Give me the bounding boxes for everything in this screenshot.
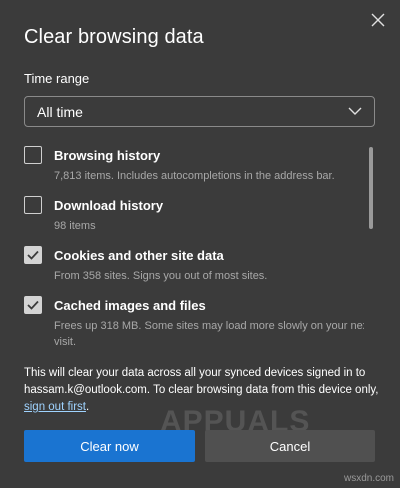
cancel-button[interactable]: Cancel <box>205 430 375 462</box>
close-icon <box>371 13 385 27</box>
download-history-checkbox[interactable] <box>24 196 42 214</box>
option-title: Download history <box>54 198 164 213</box>
browsing-history-checkbox[interactable] <box>24 146 42 164</box>
time-range-value: All time <box>37 103 83 120</box>
checkmark-icon <box>27 300 39 310</box>
notice-text-end: . <box>86 401 90 413</box>
sync-notice: This will clear your data across all you… <box>24 365 379 416</box>
options-scrollbar[interactable] <box>369 147 373 229</box>
option-title: Cookies and other site data <box>54 248 224 263</box>
option-description: Frees up 318 MB. Some sites may load mor… <box>54 320 364 348</box>
notice-text: This will clear your data across all you… <box>24 367 379 396</box>
clear-browsing-data-dialog: Clear browsing data Time range All time … <box>0 0 400 488</box>
option-description: 98 items <box>54 220 96 232</box>
time-range-label: Time range <box>24 71 90 86</box>
cached-images-checkbox[interactable] <box>24 296 42 314</box>
option-description: 7,813 items. Includes autocompletions in… <box>54 170 335 182</box>
data-options-list: Browsing history 7,813 items. Includes a… <box>24 145 364 351</box>
cookies-checkbox[interactable] <box>24 246 42 264</box>
sign-out-link[interactable]: sign out first <box>24 401 86 413</box>
option-title: Cached images and files <box>54 298 206 313</box>
chevron-down-icon <box>348 105 362 119</box>
time-range-select[interactable]: All time <box>24 96 375 127</box>
clear-now-button[interactable]: Clear now <box>24 430 195 462</box>
dialog-title: Clear browsing data <box>24 26 204 48</box>
site-watermark: wsxdn.com <box>343 473 394 484</box>
checkmark-icon <box>27 250 39 260</box>
option-title: Browsing history <box>54 148 161 163</box>
close-button[interactable] <box>368 10 388 30</box>
option-description: From 358 sites. Signs you out of most si… <box>54 270 268 282</box>
